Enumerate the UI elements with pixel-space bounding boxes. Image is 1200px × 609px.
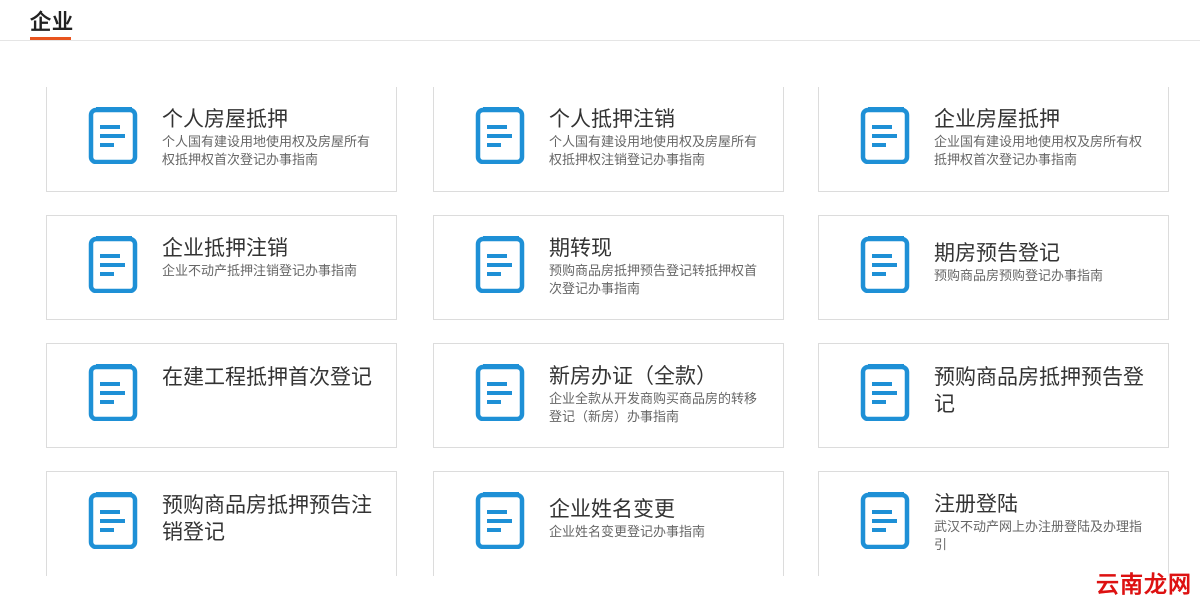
card-title: 期转现: [549, 236, 612, 260]
card-description: 预购商品房预购登记办事指南: [934, 269, 1104, 284]
document-icon: [860, 492, 910, 549]
card-title: 预购商品房抵押预告登记: [934, 365, 1144, 416]
document-icon: [475, 492, 525, 549]
card-description: 预购商品房抵押预告登记转抵押权首次登记办事指南: [549, 264, 758, 297]
site-watermark: 云南龙网: [1096, 572, 1192, 598]
card-new-house-full-payment[interactable]: 新房办证（全款） 企业全款从开发商购买商品房的转移登记（新房）办事指南: [433, 343, 784, 448]
card-presale-notice[interactable]: 期房预告登记 预购商品房预购登记办事指南: [818, 215, 1169, 320]
card-enterprise-mortgage[interactable]: 企业房屋抵押 企业国有建设用地使用权及房所有权抵押权首次登记办事指南: [818, 87, 1169, 192]
document-icon: [88, 236, 138, 293]
card-description: 个人国有建设用地使用权及房屋所有权抵押权首次登记办事指南: [162, 135, 371, 168]
card-description: 个人国有建设用地使用权及房屋所有权抵押权注销登记办事指南: [549, 135, 758, 168]
card-title: 在建工程抵押首次登记: [162, 365, 372, 389]
card-register-login[interactable]: 注册登陆 武汉不动产网上办注册登陆及办理指引: [818, 471, 1169, 576]
card-title: 企业抵押注销: [162, 236, 288, 260]
card-enterprise-mortgage-cancel[interactable]: 企业抵押注销 企业不动产抵押注销登记办事指南: [46, 215, 397, 320]
card-title: 预购商品房抵押预告注销登记: [162, 493, 372, 544]
document-icon: [860, 107, 910, 164]
document-icon: [860, 364, 910, 421]
card-title: 注册登陆: [934, 492, 1018, 516]
service-grid: 个人房屋抵押 个人国有建设用地使用权及房屋所有权抵押权首次登记办事指南 个人抵押…: [0, 0, 1200, 609]
card-title: 企业房屋抵押: [934, 107, 1060, 131]
card-enterprise-name-change[interactable]: 企业姓名变更 企业姓名变更登记办事指南: [433, 471, 784, 576]
card-title: 个人抵押注销: [549, 107, 675, 131]
document-icon: [860, 236, 910, 293]
card-description: 企业姓名变更登记办事指南: [549, 525, 706, 540]
card-title: 新房办证（全款）: [549, 364, 717, 388]
card-construction-mortgage[interactable]: 在建工程抵押首次登记: [46, 343, 397, 448]
document-icon: [475, 236, 525, 293]
card-personal-mortgage[interactable]: 个人房屋抵押 个人国有建设用地使用权及房屋所有权抵押权首次登记办事指南: [46, 87, 397, 192]
card-description: 企业国有建设用地使用权及房所有权抵押权首次登记办事指南: [934, 135, 1143, 168]
card-title: 企业姓名变更: [549, 497, 675, 521]
card-personal-mortgage-cancel[interactable]: 个人抵押注销 个人国有建设用地使用权及房屋所有权抵押权注销登记办事指南: [433, 87, 784, 192]
card-presale-mortgage-notice[interactable]: 预购商品房抵押预告登记: [818, 343, 1169, 448]
document-icon: [88, 364, 138, 421]
card-description: 企业不动产抵押注销登记办事指南: [162, 264, 358, 279]
card-presale-mortgage-notice-cancel[interactable]: 预购商品房抵押预告注销登记: [46, 471, 397, 576]
card-presale-to-spot[interactable]: 期转现 预购商品房抵押预告登记转抵押权首次登记办事指南: [433, 215, 784, 320]
card-description: 武汉不动产网上办注册登陆及办理指引: [934, 520, 1143, 553]
card-title: 个人房屋抵押: [162, 107, 288, 131]
card-title: 期房预告登记: [934, 241, 1060, 265]
document-icon: [88, 492, 138, 549]
document-icon: [88, 107, 138, 164]
document-icon: [475, 107, 525, 164]
document-icon: [475, 364, 525, 421]
card-description: 企业全款从开发商购买商品房的转移登记（新房）办事指南: [549, 392, 758, 425]
